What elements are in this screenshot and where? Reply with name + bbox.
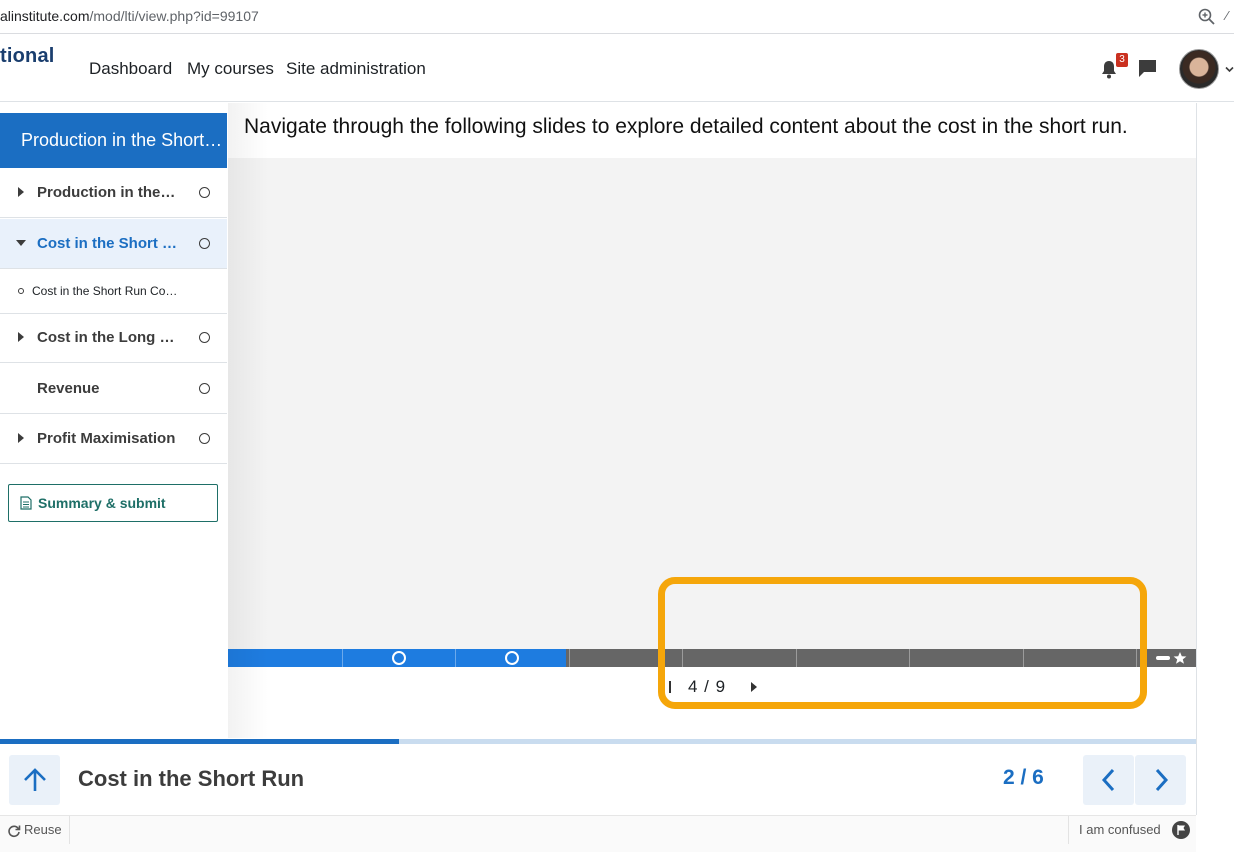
sidebar-subitem-label: Cost in the Short Run Content: [32, 284, 184, 298]
caret-right-icon[interactable]: [17, 433, 25, 443]
avatar[interactable]: [1179, 49, 1219, 89]
slide-viewer[interactable]: [228, 158, 1196, 649]
completion-circle-icon: [199, 187, 210, 198]
sidebar-item-cost-short-run[interactable]: Cost in the Short Run: [0, 219, 227, 269]
slide-segment-divider: [455, 649, 456, 667]
chat-icon[interactable]: [1138, 59, 1157, 78]
caret-right-icon[interactable]: [17, 332, 25, 342]
sidebar-item-revenue[interactable]: Revenue: [0, 364, 227, 414]
zoom-icon[interactable]: [1197, 7, 1217, 27]
sidebar-item-label: Profit Maximisation: [37, 430, 176, 447]
footer-page-title: Cost in the Short Run: [78, 766, 305, 791]
document-icon: [20, 496, 32, 510]
url-host: alinstitute.com: [0, 8, 90, 24]
flag-icon: [1172, 821, 1190, 839]
caret-down-icon[interactable]: [16, 239, 26, 247]
nav-dashboard[interactable]: Dashboard: [89, 59, 172, 79]
sidebar-item-label: Cost in the Long Run: [37, 329, 179, 346]
content-shadow: [228, 103, 268, 738]
sidebar-item-label: Production in the Short Run: [37, 184, 179, 201]
completion-circle-icon: [199, 332, 210, 343]
site-logo[interactable]: tional: [0, 45, 55, 68]
bullet-circle-icon: [18, 288, 24, 294]
url-path: /mod/lti/view.php?id=99107: [89, 8, 259, 24]
page-counter: 2 / 6: [1003, 766, 1044, 789]
sidebar-item-production[interactable]: Production in the Short Run: [0, 168, 227, 218]
chevron-down-icon[interactable]: [1225, 65, 1234, 74]
url-text[interactable]: alinstitute.com/mod/lti/view.php?id=9910…: [0, 8, 259, 24]
sidebar-subitem-cost-content[interactable]: Cost in the Short Run Content: [0, 269, 227, 314]
completion-circle-icon: [199, 383, 210, 394]
summary-submit-label: Summary & submit: [38, 495, 166, 511]
top-navigation: tional Dashboard My courses Site adminis…: [0, 35, 1234, 102]
arrow-up-icon: [24, 768, 46, 791]
nav-site-administration[interactable]: Site administration: [286, 59, 426, 79]
confused-button[interactable]: I am confused: [1068, 816, 1196, 844]
reuse-label: Reuse: [24, 822, 62, 837]
summary-submit-button[interactable]: Summary & submit: [8, 484, 218, 522]
sidebar-item-label: Revenue: [37, 380, 100, 397]
previous-page-button[interactable]: [1083, 755, 1134, 805]
reuse-button[interactable]: Reuse: [0, 816, 70, 844]
scroll-up-button[interactable]: [9, 755, 60, 805]
completion-circle-icon: [199, 433, 210, 444]
caret-right-icon[interactable]: [17, 187, 25, 197]
sidebar-item-label: Cost in the Short Run: [37, 235, 179, 252]
sidebar-item-profit-maximisation[interactable]: Profit Maximisation: [0, 414, 227, 464]
slide-segment-divider: [342, 649, 343, 667]
slide-marker-circle-icon[interactable]: [392, 651, 406, 665]
highlight-annotation-box: [658, 577, 1147, 709]
next-page-button[interactable]: [1135, 755, 1186, 805]
sidebar-item-cost-long-run[interactable]: Cost in the Long Run: [0, 313, 227, 363]
sidebar-header[interactable]: Production in the Short Run: [0, 113, 227, 168]
nav-my-courses[interactable]: My courses: [187, 59, 274, 79]
instruction-text: Navigate through the following slides to…: [244, 115, 1128, 138]
slide-segment-divider: [569, 649, 570, 667]
scrollbar-track[interactable]: [1196, 103, 1197, 815]
notification-badge: 3: [1116, 53, 1128, 67]
confused-label: I am confused: [1079, 822, 1161, 837]
chevron-right-icon: [1155, 768, 1169, 792]
completion-circle-icon: [199, 238, 210, 249]
refresh-icon: [8, 825, 21, 838]
address-bar[interactable]: alinstitute.com/mod/lti/view.php?id=9910…: [0, 0, 1234, 34]
slide-marker-circle-icon[interactable]: [505, 651, 519, 665]
footer-navigation: Cost in the Short Run 2 / 6: [0, 744, 1196, 815]
chevron-left-icon: [1101, 768, 1115, 792]
browser-more-icon[interactable]: ⁄: [1226, 8, 1228, 23]
status-strip: Reuse I am confused: [0, 815, 1196, 852]
page-root: alinstitute.com/mod/lti/view.php?id=9910…: [0, 0, 1234, 852]
star-icon[interactable]: [1153, 651, 1189, 665]
course-index-sidebar: Production in the Short Run Production i…: [0, 103, 228, 738]
